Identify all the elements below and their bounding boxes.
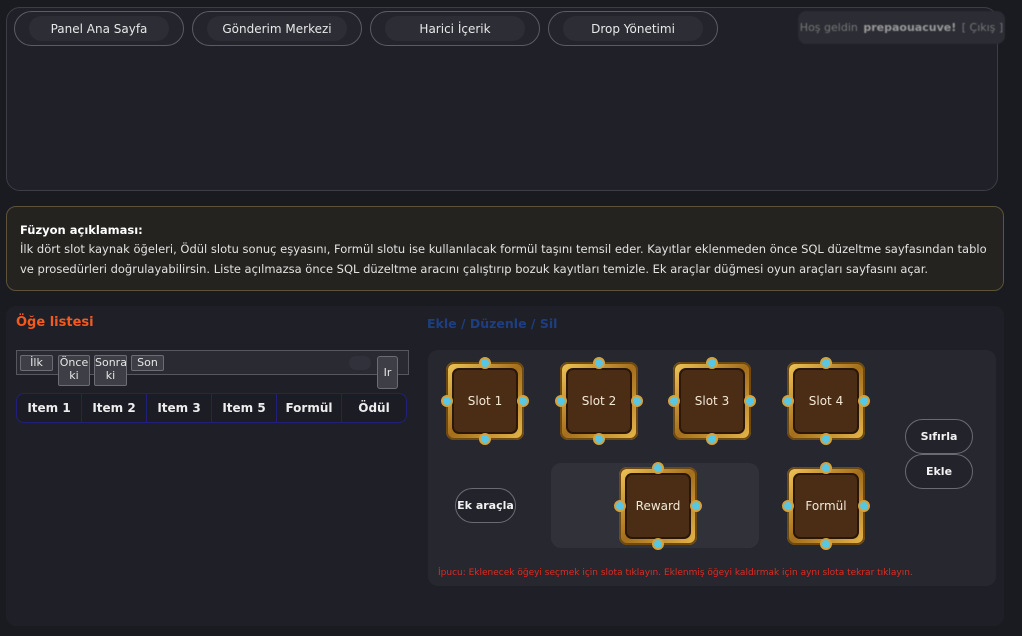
- tab-label: Panel Ana Sayfa: [29, 16, 169, 41]
- pager-next-button[interactable]: Sonra ki: [94, 355, 127, 386]
- gem-icon: [614, 500, 626, 512]
- pager-last-button[interactable]: Son: [131, 355, 164, 371]
- gem-icon: [782, 500, 794, 512]
- gem-icon: [820, 357, 832, 369]
- slot-2[interactable]: Slot 2: [555, 357, 643, 445]
- formula-slot[interactable]: Formül: [782, 462, 870, 550]
- slot-label: Slot 1: [454, 370, 516, 432]
- gem-icon: [441, 395, 453, 407]
- item-list-title: Öğe listesi: [16, 315, 94, 330]
- pager-go-button[interactable]: Ir: [377, 356, 398, 389]
- slot-label: Slot 3: [681, 370, 743, 432]
- reward-slot[interactable]: Reward: [614, 462, 702, 550]
- username: prepaouacuve!: [863, 21, 957, 34]
- gem-icon: [668, 395, 680, 407]
- gem-icon: [555, 395, 567, 407]
- column-header: Formül: [277, 394, 342, 422]
- logout-link[interactable]: [ Çıkış ]: [962, 21, 1003, 34]
- page-number-input[interactable]: [349, 356, 371, 370]
- pager-first-button[interactable]: İlk: [20, 355, 53, 371]
- slot-label: Formül: [795, 475, 857, 537]
- gem-icon: [652, 538, 664, 550]
- slot-1[interactable]: Slot 1: [441, 357, 529, 445]
- gem-icon: [858, 500, 870, 512]
- gem-icon: [744, 395, 756, 407]
- gem-icon: [593, 357, 605, 369]
- pager-prev-button[interactable]: Önce ki: [58, 355, 90, 386]
- column-header: Item 1: [17, 394, 82, 422]
- gem-icon: [652, 462, 664, 474]
- gem-icon: [479, 357, 491, 369]
- gem-icon: [858, 395, 870, 407]
- gem-icon: [517, 395, 529, 407]
- slot-4[interactable]: Slot 4: [782, 357, 870, 445]
- welcome-box: Hoş geldin prepaouacuve! [ Çıkış ]: [798, 11, 1005, 44]
- tab-external-content[interactable]: Harici İçerik: [370, 11, 540, 46]
- tab-label: Drop Yönetimi: [563, 16, 703, 41]
- slot-label: Slot 2: [568, 370, 630, 432]
- gem-icon: [706, 357, 718, 369]
- gem-icon: [706, 433, 718, 445]
- gem-icon: [593, 433, 605, 445]
- nav-tabs: Panel Ana Sayfa Gönderim Merkezi Harici …: [14, 11, 718, 46]
- slot-label: Reward: [627, 475, 689, 537]
- column-header: Item 5: [212, 394, 277, 422]
- slot-3[interactable]: Slot 3: [668, 357, 756, 445]
- info-title: Füzyon açıklaması:: [20, 223, 143, 237]
- slot-label: Slot 4: [795, 370, 857, 432]
- hint-text: İpucu: Eklenecek öğeyi seçmek için slota…: [438, 568, 913, 578]
- extra-tools-button[interactable]: Ek araçla: [455, 488, 516, 523]
- item-table-header: Item 1 Item 2 Item 3 Item 5 Formül Ödül: [16, 393, 407, 423]
- gem-icon: [820, 538, 832, 550]
- welcome-text: Hoş geldin: [799, 21, 858, 34]
- editor-title: Ekle / Düzenle / Sil: [427, 316, 558, 331]
- tab-drop-management[interactable]: Drop Yönetimi: [548, 11, 718, 46]
- column-header: Item 2: [82, 394, 147, 422]
- add-button[interactable]: Ekle: [905, 454, 973, 489]
- tab-panel-home[interactable]: Panel Ana Sayfa: [14, 11, 184, 46]
- fusion-info-box: Füzyon açıklaması: İlk dört slot kaynak …: [6, 206, 1004, 291]
- column-header: Item 3: [147, 394, 212, 422]
- gem-icon: [820, 462, 832, 474]
- info-body: İlk dört slot kaynak öğeleri, Ödül slotu…: [20, 242, 987, 276]
- tab-label: Harici İçerik: [385, 16, 525, 41]
- column-header: Ödül: [358, 401, 390, 415]
- gem-icon: [631, 395, 643, 407]
- tab-label: Gönderim Merkezi: [207, 16, 347, 41]
- reset-button[interactable]: Sıfırla: [905, 419, 973, 454]
- gem-icon: [782, 395, 794, 407]
- gem-icon: [820, 433, 832, 445]
- tab-dispatch-center[interactable]: Gönderim Merkezi: [192, 11, 362, 46]
- gem-icon: [690, 500, 702, 512]
- gem-icon: [479, 433, 491, 445]
